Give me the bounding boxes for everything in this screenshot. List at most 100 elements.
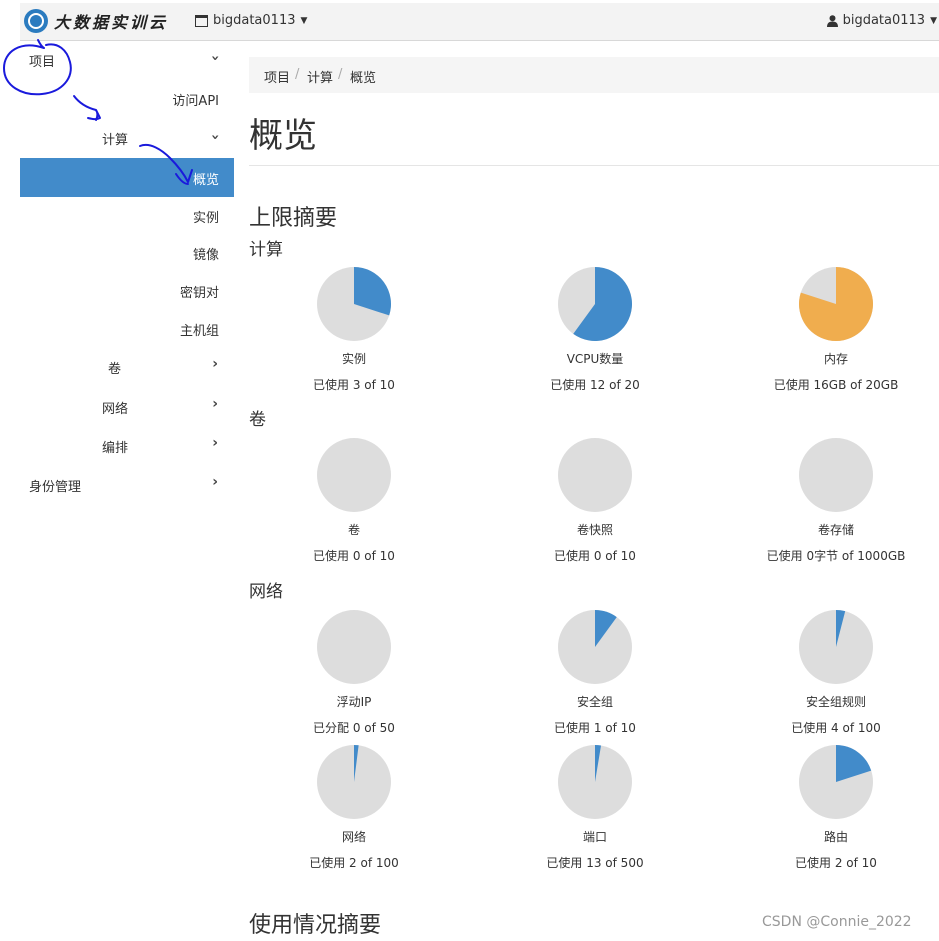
quota-pie: [799, 267, 873, 341]
quota-usage: 已使用 2 of 100: [309, 856, 399, 870]
sidebar-item-api-access[interactable]: 访问API: [20, 88, 234, 110]
quota-usage: 已使用 2 of 10: [795, 856, 877, 870]
user-icon: [826, 14, 838, 27]
quota-pie: [317, 438, 391, 512]
quota-label: 安全组规则: [805, 695, 866, 709]
section-volumes-heading: 卷: [249, 410, 266, 430]
top-navbar: 大数据实训云 bigdata0113 ▼ bigdata0113 ▼: [20, 3, 939, 41]
sidebar-item-label: 卷: [108, 362, 122, 377]
sidebar-item-volumes[interactable]: 卷 ›: [20, 356, 234, 378]
quota-usage: 已使用 3 of 10: [313, 378, 395, 392]
quota-pie-card: 卷存储 已使用 0字节 of 1000GB: [716, 438, 939, 564]
chevron-right-icon: ›: [212, 396, 218, 412]
quota-pie: [558, 267, 632, 341]
quota-usage: 已使用 12 of 20: [550, 378, 640, 392]
breadcrumb-item-overview: 概览: [350, 71, 377, 86]
breadcrumb: 项目 / 计算 / 概览: [249, 57, 939, 93]
pie-free-slice: [317, 438, 391, 512]
breadcrumb-item-compute[interactable]: 计算: [307, 67, 333, 86]
quota-usage: 已使用 0字节 of 1000GB: [766, 549, 906, 563]
section-compute-heading: 计算: [249, 240, 283, 260]
sidebar-item-label: 网络: [102, 402, 129, 417]
sidebar-item-images[interactable]: 镜像: [20, 242, 234, 264]
project-name: bigdata0113: [213, 13, 296, 28]
sidebar-item-project[interactable]: 项目 ›: [20, 50, 234, 72]
sidebar-item-instances[interactable]: 实例: [20, 205, 234, 227]
sidebar-item-keypairs[interactable]: 密钥对: [20, 280, 234, 302]
quota-label: 卷: [347, 523, 360, 537]
quota-label: 网络: [341, 830, 366, 844]
watermark: CSDN @Connie_2022: [762, 914, 912, 930]
user-name: bigdata0113: [842, 13, 926, 28]
quota-pie: [317, 267, 391, 341]
sidebar-item-label: 计算: [102, 133, 129, 148]
user-menu[interactable]: bigdata0113 ▼: [826, 13, 937, 28]
quota-pie-card: 浮动IP 已分配 0 of 50: [234, 610, 474, 736]
sidebar-item-network[interactable]: 网络 ›: [20, 396, 234, 418]
quota-usage: 已使用 4 of 100: [791, 721, 881, 735]
sidebar-item-label: 概览: [192, 173, 219, 188]
quota-pie-card: 实例 已使用 3 of 10: [234, 267, 474, 393]
page-title: 概览: [249, 116, 317, 156]
quota-pie: [558, 438, 632, 512]
sidebar-item-label: 实例: [192, 211, 219, 226]
quota-usage: 已使用 1 of 10: [554, 721, 636, 735]
sidebar-item-label: 镜像: [192, 248, 219, 263]
quota-pie: [799, 438, 873, 512]
chevron-right-icon: ›: [212, 356, 218, 372]
chevron-down-icon: ›: [207, 134, 224, 140]
quota-label: 内存: [823, 352, 848, 366]
sidebar-item-label: 项目: [29, 55, 56, 70]
chevron-right-icon: ›: [212, 435, 218, 451]
sidebar-item-host-groups[interactable]: 主机组: [20, 318, 234, 340]
breadcrumb-separator: /: [295, 67, 300, 82]
caret-down-icon: ▼: [300, 15, 308, 26]
quota-usage: 已使用 13 of 500: [546, 856, 644, 870]
brand-name: 大数据实训云: [54, 13, 169, 32]
quota-label: 端口: [582, 830, 607, 844]
quota-pie-card: 安全组 已使用 1 of 10: [475, 610, 715, 736]
chevron-down-icon: ›: [207, 55, 224, 61]
quota-pie: [558, 745, 632, 819]
breadcrumb-item-project[interactable]: 项目: [264, 67, 290, 86]
quota-label: 卷快照: [576, 523, 613, 537]
sidebar-item-label: 身份管理: [29, 480, 82, 495]
quota-pie: [558, 610, 632, 684]
chevron-right-icon: ›: [212, 474, 218, 490]
section-network-heading: 网络: [249, 582, 283, 602]
quota-label: VCPU数量: [566, 352, 624, 366]
quota-pie: [799, 610, 873, 684]
pie-free-slice: [799, 438, 873, 512]
quota-pie-card: 卷已使用 0 of 10: [234, 438, 474, 564]
quota-usage: 已分配 0 of 50: [313, 721, 395, 735]
quota-pie-card: 卷快照已使用 0 of 10: [475, 438, 715, 564]
sidebar-item-label: 密钥对: [179, 286, 219, 301]
sidebar-item-label: 编排: [102, 441, 129, 456]
quota-pie-card: 内存 已使用 16GB of 20GB: [716, 267, 939, 393]
project-switcher[interactable]: bigdata0113 ▼: [195, 13, 307, 28]
sidebar-item-compute[interactable]: 计算 ›: [20, 127, 234, 149]
project-icon: [195, 14, 208, 27]
quota-pie-card: 路由已使用 2 of 10: [716, 745, 939, 871]
limit-summary-heading: 上限摘要: [249, 206, 338, 231]
breadcrumb-separator: /: [338, 67, 343, 82]
logo-icon: [24, 9, 48, 33]
sidebar-item-orchestration[interactable]: 编排 ›: [20, 435, 234, 457]
pie-free-slice: [558, 438, 632, 512]
quota-pie-card: 安全组规则已使用 4 of 100: [716, 610, 939, 736]
sidebar-item-label: 访问API: [172, 94, 219, 109]
quota-label: 浮动IP: [336, 695, 372, 709]
sidebar-item-overview[interactable]: 概览: [20, 158, 234, 197]
usage-summary-heading: 使用情况摘要: [249, 913, 382, 938]
quota-pie: [799, 745, 873, 819]
brand[interactable]: 大数据实训云: [24, 9, 168, 33]
quota-pie-card: VCPU数量已使用 12 of 20: [475, 267, 715, 393]
quota-usage: 已使用 0 of 10: [554, 549, 636, 563]
quota-pie-card: 端口已使用 13 of 500: [475, 745, 715, 871]
quota-pie: [317, 610, 391, 684]
pie-free-slice: [317, 610, 391, 684]
quota-pie: [317, 745, 391, 819]
sidebar-item-identity[interactable]: 身份管理 ›: [20, 474, 234, 496]
quota-label: 路由: [823, 830, 848, 844]
quota-usage: 已使用 0 of 10: [313, 549, 395, 563]
